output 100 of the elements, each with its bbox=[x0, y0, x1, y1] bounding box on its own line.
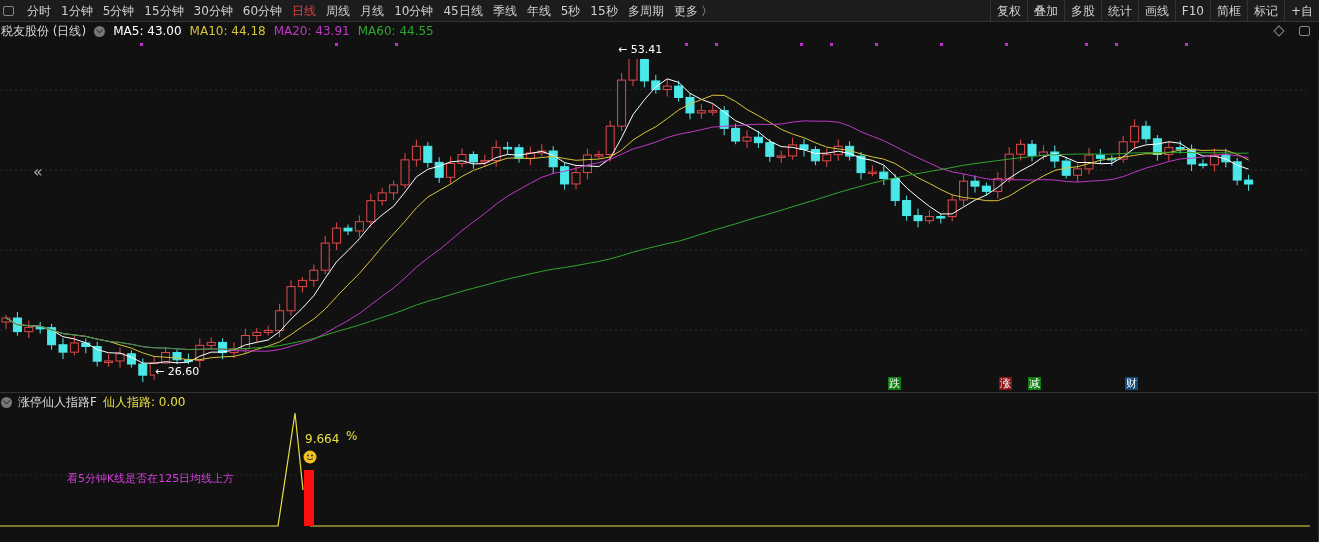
period-tab[interactable]: 多周期 bbox=[622, 0, 669, 21]
candlestick bbox=[1027, 139, 1037, 162]
period-tab[interactable]: 年线 bbox=[521, 0, 556, 21]
period-tab[interactable]: 15分钟 bbox=[139, 0, 189, 21]
candlestick bbox=[423, 141, 433, 169]
moving-average-value: MA20: 43.91 bbox=[273, 23, 350, 40]
candlestick bbox=[411, 139, 421, 168]
toolbar-button[interactable]: F10 bbox=[1174, 0, 1210, 21]
period-tab[interactable]: 日线 bbox=[287, 0, 322, 21]
candlestick bbox=[1050, 144, 1060, 169]
panel-toggle-icon[interactable] bbox=[3, 5, 14, 16]
event-marker bbox=[335, 43, 338, 46]
candlestick bbox=[845, 140, 855, 162]
candlestick bbox=[731, 123, 741, 145]
moving-average-value: MA5: 43.00 bbox=[113, 23, 182, 40]
chart-title: 税友股份 (日线) bbox=[1, 23, 87, 40]
candlestick bbox=[560, 161, 570, 191]
indicator-value: 仙人指路: 0.00 bbox=[102, 394, 186, 411]
candlestick bbox=[993, 171, 1003, 199]
indicator-bar bbox=[304, 470, 314, 526]
period-tab[interactable]: 更多 〉 bbox=[668, 0, 719, 21]
candlestick bbox=[799, 138, 809, 157]
event-marker bbox=[395, 43, 398, 46]
indicator-name: 涨停仙人指路F bbox=[18, 394, 97, 411]
candlestick bbox=[47, 323, 57, 351]
candlestick bbox=[1004, 146, 1014, 184]
event-marker bbox=[1005, 43, 1008, 46]
event-marker bbox=[715, 43, 718, 46]
toolbar-button[interactable]: 标记 bbox=[1246, 0, 1284, 21]
toolbar-button[interactable]: 多股 bbox=[1063, 0, 1101, 21]
candlestick bbox=[913, 208, 923, 228]
candlestick bbox=[753, 130, 763, 149]
candlestick bbox=[468, 150, 478, 170]
event-marker bbox=[875, 43, 878, 46]
candlestick bbox=[457, 147, 467, 168]
event-marker bbox=[685, 43, 688, 46]
period-tab[interactable]: 周线 bbox=[321, 0, 356, 21]
candlestick bbox=[525, 146, 535, 166]
high-price-label: ← 53.41 bbox=[618, 42, 663, 59]
candlestick bbox=[924, 209, 934, 225]
event-marker bbox=[140, 43, 143, 46]
period-tab[interactable]: 分时 bbox=[22, 0, 56, 21]
event-marker bbox=[800, 43, 803, 46]
candlestick bbox=[788, 137, 798, 161]
candlestick bbox=[1016, 138, 1026, 162]
peak-value: 9.664 bbox=[305, 431, 340, 448]
toolbar-button[interactable]: 画线 bbox=[1137, 0, 1175, 21]
smiley-icon bbox=[303, 450, 317, 464]
toolbar-button[interactable]: +自 bbox=[1283, 0, 1319, 21]
toolbar-button[interactable]: 统计 bbox=[1100, 0, 1138, 21]
candlestick bbox=[1152, 134, 1162, 162]
candlestick bbox=[981, 182, 991, 196]
period-tab[interactable]: 45日线 bbox=[438, 0, 488, 21]
toolbar-button[interactable]: 复权 bbox=[989, 0, 1027, 21]
event-badge: 跌 bbox=[888, 377, 901, 390]
panel-toggle-icon[interactable] bbox=[1299, 26, 1310, 36]
dropdown-icon[interactable] bbox=[94, 25, 106, 37]
candlestick bbox=[434, 156, 444, 184]
candlestick bbox=[24, 319, 34, 339]
moving-average-value: MA10: 44.18 bbox=[189, 23, 266, 40]
candlestick bbox=[810, 145, 820, 166]
candlestick bbox=[1141, 120, 1151, 144]
candlestick bbox=[742, 129, 752, 149]
indicator-note: 看5分钟K线是否在125日均线上方 bbox=[67, 471, 235, 487]
dropdown-icon[interactable] bbox=[1, 396, 12, 408]
candlestick bbox=[902, 195, 912, 222]
period-tab[interactable]: 10分钟 bbox=[389, 0, 439, 21]
period-tab[interactable]: 60分钟 bbox=[237, 0, 288, 21]
unit-label: % bbox=[346, 428, 358, 445]
toolbar-button[interactable]: 叠加 bbox=[1026, 0, 1064, 21]
candlestick bbox=[1061, 156, 1071, 179]
period-tab[interactable]: 30分钟 bbox=[188, 0, 238, 21]
period-tab[interactable]: 季线 bbox=[487, 0, 522, 21]
candlestick bbox=[1073, 163, 1083, 183]
candlestick bbox=[1244, 174, 1254, 192]
candlestick bbox=[275, 303, 285, 338]
candlestick bbox=[582, 148, 592, 180]
candlestick bbox=[218, 337, 228, 360]
toolbar-button[interactable]: 简框 bbox=[1209, 0, 1247, 21]
candlestick bbox=[126, 349, 136, 369]
candlestick bbox=[69, 335, 79, 356]
candlestick bbox=[58, 337, 68, 360]
candlestick bbox=[1038, 144, 1048, 161]
period-tab[interactable]: 5秒 bbox=[555, 0, 586, 21]
event-marker bbox=[940, 43, 943, 46]
collapse-arrow[interactable]: « bbox=[33, 160, 43, 184]
candlestick bbox=[822, 148, 832, 168]
period-tab[interactable]: 5分钟 bbox=[97, 0, 140, 21]
candlestick bbox=[252, 327, 262, 343]
event-marker bbox=[1185, 43, 1188, 46]
period-tab[interactable]: 1分钟 bbox=[56, 0, 98, 21]
candlestick bbox=[571, 165, 581, 190]
candlestick bbox=[1130, 118, 1140, 150]
candlestick bbox=[138, 358, 148, 383]
moving-average-value: MA60: 44.55 bbox=[357, 23, 434, 40]
candlestick bbox=[263, 325, 273, 337]
event-marker bbox=[1115, 43, 1118, 46]
period-tab[interactable]: 15秒 bbox=[585, 0, 623, 21]
period-tab[interactable]: 月线 bbox=[355, 0, 390, 21]
event-badge: 涨 bbox=[999, 377, 1012, 390]
